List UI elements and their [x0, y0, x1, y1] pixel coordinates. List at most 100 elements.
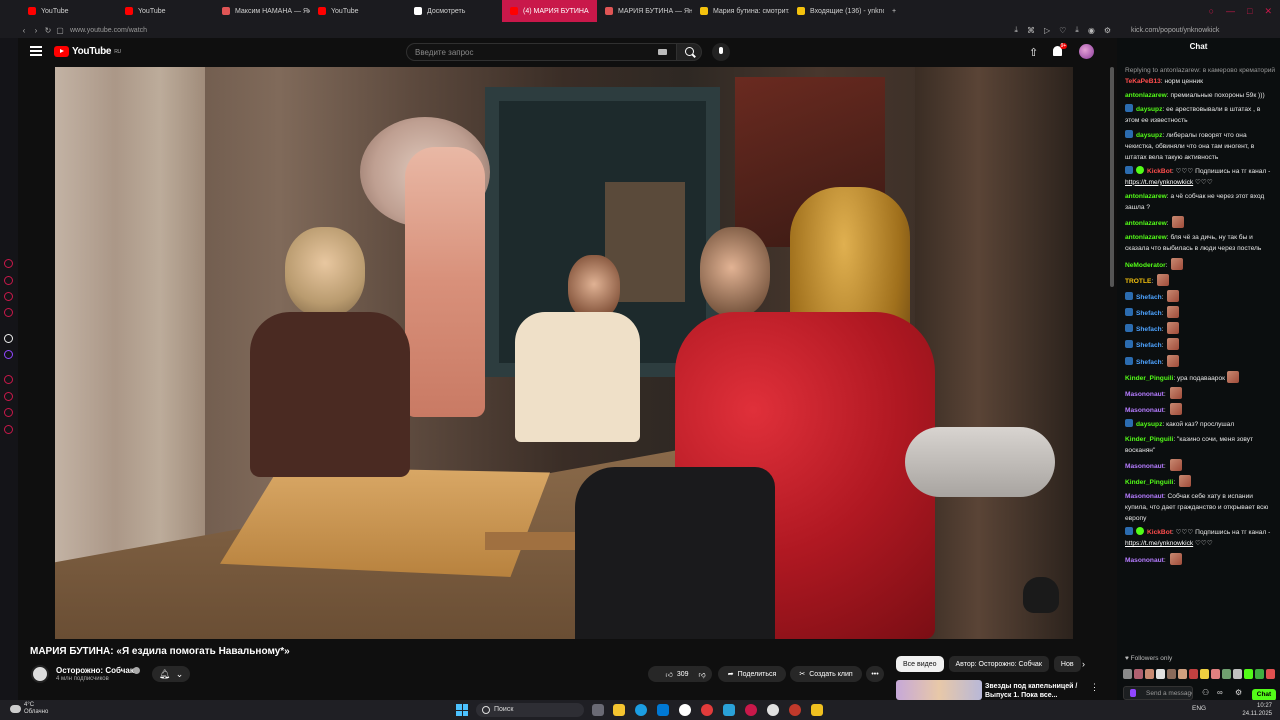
emote-icon[interactable]: [1211, 669, 1220, 679]
channel-name[interactable]: Осторожно: Собчак: [56, 666, 134, 675]
twitch-icon[interactable]: [4, 350, 13, 359]
chat-link[interactable]: https://t.me/ynknowkick: [1125, 540, 1193, 547]
chat-username[interactable]: daysupz: [1136, 106, 1162, 113]
chat-username[interactable]: Shefach: [1136, 294, 1162, 301]
chat-username[interactable]: Shefach: [1136, 326, 1162, 333]
translate-icon[interactable]: ⌘: [1027, 26, 1035, 35]
chat-username[interactable]: Masononaut: [1125, 557, 1164, 564]
profile-icon[interactable]: ◉: [1088, 26, 1095, 35]
url-field[interactable]: www.youtube.com/watch: [70, 27, 147, 34]
notes-icon[interactable]: [4, 308, 13, 317]
chat-username[interactable]: antonlazarew: [1125, 220, 1167, 227]
bookmarks-icon[interactable]: [4, 292, 13, 301]
chat-username[interactable]: Shefach: [1136, 359, 1162, 366]
page-scrollbar[interactable]: [1110, 67, 1114, 287]
chat-username[interactable]: Kinder_Pinguili: [1125, 375, 1173, 382]
chat-username[interactable]: antonlazarew: [1125, 193, 1167, 200]
clip-button[interactable]: ✂ Создать клип: [790, 666, 862, 682]
settings-icon[interactable]: [4, 425, 13, 434]
browser-app-icon[interactable]: [745, 704, 757, 716]
panel-icon[interactable]: [4, 408, 13, 417]
search-tabs-icon[interactable]: ○: [1209, 6, 1214, 16]
input-language[interactable]: ENG: [1192, 705, 1206, 712]
chat-username[interactable]: daysupz: [1136, 421, 1162, 428]
browser-tab[interactable]: (4) МАРИЯ БУТИНА: [502, 0, 597, 22]
play-icon[interactable]: ▷: [1044, 26, 1050, 35]
chat-settings-icon[interactable]: ⚙: [1235, 688, 1242, 697]
browser-tab[interactable]: YouTube: [20, 0, 117, 22]
opera-icon[interactable]: [701, 704, 713, 716]
chat-username[interactable]: daysupz: [1136, 132, 1162, 139]
taskbar-search[interactable]: Поиск: [476, 703, 584, 717]
link-icon[interactable]: ∞: [1217, 688, 1223, 697]
chat-url[interactable]: kick.com/popout/ynknowkick: [1117, 22, 1280, 38]
dislike-button[interactable]: 👎︎: [692, 666, 712, 682]
start-button[interactable]: [456, 704, 468, 716]
system-clock[interactable]: 10:27 24.11.2025: [1242, 702, 1272, 718]
emote-icon[interactable]: [1255, 669, 1264, 679]
download-icon[interactable]: ⤓: [1014, 25, 1018, 35]
favorite-icon[interactable]: ♡: [1059, 26, 1066, 35]
more-vertical-icon[interactable]: ⋮: [1090, 682, 1099, 693]
browser-tab[interactable]: МАРИЯ БУТИНА — Янд...: [597, 0, 692, 22]
chat-username[interactable]: TeKaPeB13: [1125, 78, 1161, 85]
new-tab-button[interactable]: +: [884, 0, 904, 22]
back-icon[interactable]: ‹: [18, 26, 30, 35]
chat-username[interactable]: TROTLE: [1125, 278, 1151, 285]
history-icon[interactable]: [4, 259, 13, 268]
browser-tab[interactable]: YouTube: [117, 0, 214, 22]
store-icon[interactable]: [657, 704, 669, 716]
chat-link[interactable]: https://t.me/ynknowkick: [1125, 179, 1193, 186]
file-explorer-icon[interactable]: [613, 704, 625, 716]
browser-tab[interactable]: Максим НАМАНА — Як...: [214, 0, 310, 22]
filter-chip[interactable]: Нов: [1053, 656, 1081, 672]
chat-username[interactable]: antonlazarew: [1125, 92, 1167, 99]
filter-chip[interactable]: Все видео: [896, 656, 944, 672]
emoji-icon[interactable]: ⚇: [1202, 688, 1209, 697]
forward-icon[interactable]: ›: [30, 26, 42, 35]
minimize-icon[interactable]: —: [1226, 6, 1235, 16]
browser-tab[interactable]: Мария бутина: смотрит...: [692, 0, 789, 22]
panel-icon[interactable]: [4, 392, 13, 401]
mic-icon[interactable]: [1130, 689, 1136, 697]
chat-username[interactable]: NeModerator: [1125, 262, 1166, 269]
chat-username[interactable]: Masononaut: [1125, 463, 1164, 470]
emote-icon[interactable]: [1266, 669, 1275, 679]
maximize-icon[interactable]: □: [1247, 6, 1252, 16]
chat-username[interactable]: Masononaut: [1125, 407, 1164, 414]
yandex-browser-icon[interactable]: [679, 704, 691, 716]
app-icon[interactable]: [811, 704, 823, 716]
downloads-icon[interactable]: ⤓: [1075, 25, 1079, 35]
messenger-icon[interactable]: [4, 276, 13, 285]
reply-reference[interactable]: Replying to antonlazarew: в камерово кре…: [1125, 65, 1275, 76]
channel-avatar[interactable]: [31, 665, 49, 683]
panel-icon[interactable]: [4, 375, 13, 384]
browser-tab[interactable]: Досмотреть: [406, 0, 502, 22]
chat-username[interactable]: Kinder_Pinguili: [1125, 479, 1173, 486]
filter-chip[interactable]: Автор: Осторожно: Собчак: [948, 656, 1049, 672]
search-button[interactable]: [676, 43, 702, 61]
more-actions-button[interactable]: •••: [866, 666, 884, 682]
subscription-bell-button[interactable]: 🔔︎ ⌄: [152, 666, 190, 682]
account-avatar[interactable]: [1079, 44, 1094, 59]
edge-icon[interactable]: [635, 704, 647, 716]
chat-username[interactable]: KickBot: [1147, 529, 1172, 536]
chat-username[interactable]: Kinder_Pinguili: [1125, 436, 1173, 443]
emote-icon[interactable]: [1189, 669, 1198, 679]
chat-username[interactable]: Masononaut: [1125, 391, 1164, 398]
chat-username[interactable]: Masononaut: [1125, 493, 1164, 500]
close-icon[interactable]: ✕: [1264, 6, 1272, 17]
emote-icon[interactable]: [1167, 669, 1176, 679]
youtube-logo[interactable]: YouTube RU: [54, 46, 121, 57]
emote-icon[interactable]: [1222, 669, 1231, 679]
emote-icon[interactable]: [1233, 669, 1242, 679]
emote-icon[interactable]: [1156, 669, 1165, 679]
task-view-icon[interactable]: [592, 704, 604, 716]
kick-icon[interactable]: [4, 334, 13, 343]
browser-tab[interactable]: Входящие (136) - ynkno...: [789, 0, 884, 22]
app-icon[interactable]: [789, 704, 801, 716]
emote-icon[interactable]: [1178, 669, 1187, 679]
emote-icon[interactable]: [1200, 669, 1209, 679]
telegram-icon[interactable]: [723, 704, 735, 716]
extensions-icon[interactable]: ⚙: [1104, 26, 1111, 35]
